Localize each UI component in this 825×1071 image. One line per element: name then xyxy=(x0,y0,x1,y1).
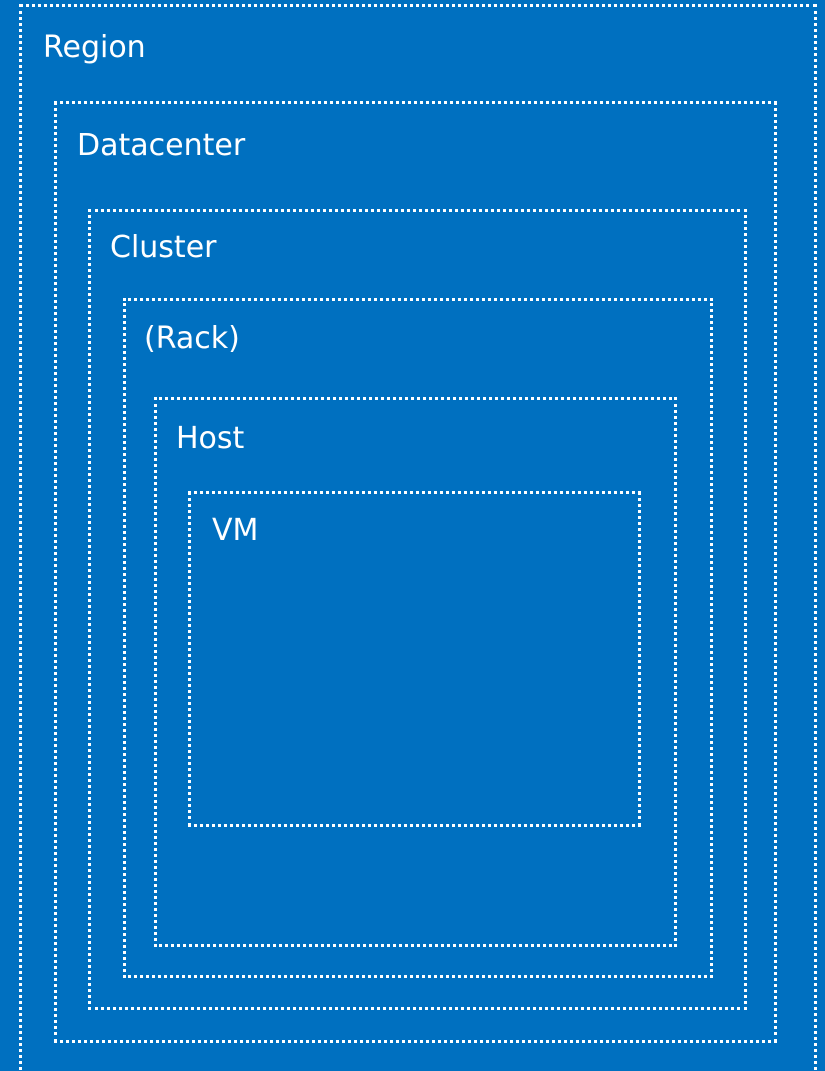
hierarchy-diagram: Region Datacenter Cluster (Rack) Host VM xyxy=(0,0,825,1071)
rack-label: (Rack) xyxy=(144,321,240,356)
datacenter-label: Datacenter xyxy=(77,128,246,163)
cluster-label: Cluster xyxy=(110,230,217,265)
region-label: Region xyxy=(43,30,146,65)
vm-label: VM xyxy=(212,513,259,548)
host-label: Host xyxy=(176,421,245,456)
